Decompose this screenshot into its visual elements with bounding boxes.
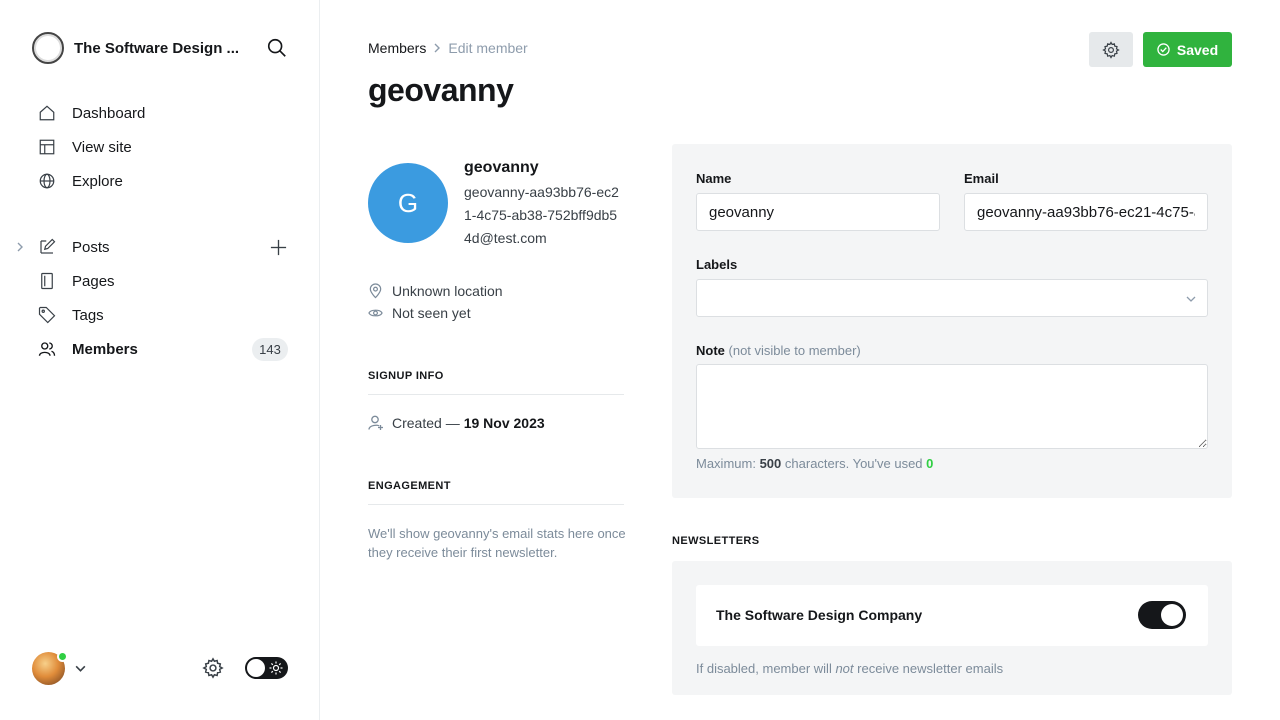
home-icon [39,105,55,121]
newsletter-row: The Software Design Company [696,585,1208,646]
hint-used: 0 [926,456,934,471]
note-part-a: If disabled, member will [696,661,832,676]
site-logo [32,32,64,64]
sidebar-item-label: View site [72,138,132,156]
labels-label: Labels [696,257,738,272]
sidebar-item-posts[interactable]: Posts [0,230,320,264]
newsletter-name: The Software Design Company [716,607,923,623]
member-location: Unknown location [368,283,503,299]
layout-icon [39,139,55,155]
page-icon [41,272,53,290]
save-button-label: Saved [1176,41,1219,58]
sidebar-item-label: Explore [72,172,123,190]
created-date: 19 Nov 2023 [463,414,545,431]
hint-mid: characters. You've used [784,456,923,471]
sidebar-item-label: Tags [72,306,104,324]
tag-icon [38,306,56,324]
name-field[interactable] [696,193,940,231]
toggle-knob [247,659,265,677]
email-field[interactable] [964,193,1208,231]
member-name: geovanny [464,159,539,176]
note-label-sub: (not visible to member) [728,343,861,358]
signup-info-heading: SIGNUP INFO [368,370,624,395]
note-label: Note (not visible to member) [696,343,861,358]
eye-icon [368,309,383,317]
newsletters-card: The Software Design Company If disabled,… [672,561,1232,695]
members-count-badge: 143 [252,338,288,361]
note-label-text: Note [696,343,725,358]
note-char-hint: Maximum: 500 characters. You've used 0 [696,456,933,471]
sidebar-item-explore[interactable]: Explore [0,164,320,198]
email-label: Email [964,171,999,186]
chevron-down-icon [1186,296,1196,302]
users-icon [38,342,56,356]
sidebar-item-label: Members [72,340,138,358]
breadcrumb: Members Edit member [368,40,528,56]
member-last-seen: Not seen yet [368,305,471,321]
engagement-heading: ENGAGEMENT [368,480,624,505]
site-name: The Software Design ... [74,39,240,57]
globe-icon [39,173,55,189]
member-form: Name Email Labels Note (not visible to m… [672,144,1232,498]
gear-icon[interactable] [202,657,224,679]
member-settings-button[interactable] [1089,32,1133,67]
hint-prefix: Maximum: [696,456,756,471]
created-prefix: Created — [392,414,460,431]
sidebar-item-label: Pages [72,272,115,290]
created-info: Created — 19 Nov 2023 [368,414,545,431]
location-pin-icon [369,283,382,299]
toggle-knob [1161,604,1183,626]
newsletter-note: If disabled, member will not receive new… [696,661,1003,676]
brand[interactable]: The Software Design ... [32,32,249,64]
sidebar-item-pages[interactable]: Pages [0,264,320,298]
chevron-right-icon [434,43,441,53]
sidebar-item-tags[interactable]: Tags [0,298,320,332]
chevron-down-icon[interactable] [74,662,87,675]
note-part-not: not [835,661,854,676]
sidebar-item-view-site[interactable]: View site [0,130,320,164]
page-title: geovanny [368,72,514,108]
online-status-dot [57,651,68,662]
sidebar-item-members[interactable]: Members 143 [0,332,320,366]
breadcrumb-members-link[interactable]: Members [368,40,426,56]
engagement-text: We'll show geovanny's email stats here o… [368,526,626,560]
member-avatar: G [368,163,448,243]
name-label: Name [696,171,732,186]
search-icon[interactable] [266,37,288,59]
sun-icon [269,661,283,675]
gear-icon [1102,40,1120,59]
last-seen-text: Not seen yet [392,305,471,321]
breadcrumb-current: Edit member [448,40,528,56]
labels-select[interactable] [696,279,1208,317]
check-circle-icon [1157,43,1170,56]
note-textarea[interactable] [696,364,1208,449]
save-button[interactable]: Saved [1143,32,1232,67]
primary-nav: Dashboard View site Explore [0,96,320,198]
chevron-right-icon[interactable] [14,241,26,253]
note-part-b: receive newsletter emails [857,661,1004,676]
member-email: geovanny-aa93bb76-ec21-4c75-ab38-752bff9… [464,184,619,246]
hint-max: 500 [759,456,782,471]
sidebar-item-label: Posts [72,238,110,256]
sidebar-item-label: Dashboard [72,104,146,122]
newsletter-subscription-toggle[interactable] [1138,601,1186,629]
sidebar-item-dashboard[interactable]: Dashboard [0,96,320,130]
newsletters-heading: NEWSLETTERS [672,535,760,547]
dark-mode-toggle[interactable] [245,657,288,679]
plus-icon[interactable] [269,238,288,257]
user-add-icon [368,415,383,430]
location-text: Unknown location [392,283,503,299]
sidebar: The Software Design ... Dashboard View s… [0,0,320,720]
pencil-icon [40,238,56,254]
content-nav: Posts Pages Tags Members 143 [0,230,320,366]
